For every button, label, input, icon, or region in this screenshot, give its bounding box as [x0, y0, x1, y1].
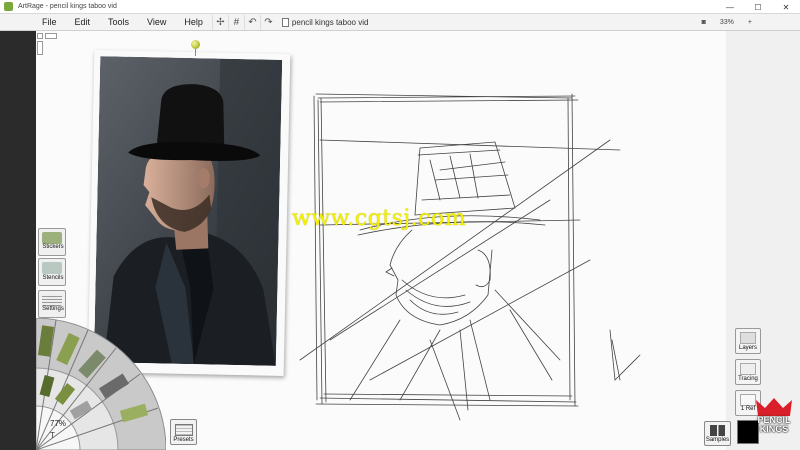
tool-wheel[interactable]: T [36, 318, 166, 450]
maximize-button[interactable]: ☐ [744, 0, 772, 14]
window-controls: — ☐ ✕ [716, 0, 800, 14]
close-button[interactable]: ✕ [772, 0, 800, 14]
settings-panel-button[interactable] [38, 290, 66, 318]
left-toolbar-strip [0, 31, 36, 450]
right-panel-strip [726, 31, 800, 450]
menu-view[interactable]: View [138, 14, 175, 31]
document-name: pencil kings taboo vid [291, 17, 369, 27]
window-title: ArtRage - pencil kings taboo vid [18, 3, 117, 10]
layers-label: Layers [738, 345, 757, 351]
stencils-label: Stencils [42, 275, 64, 281]
panel-toggle-icon[interactable] [45, 33, 57, 39]
camera-icon[interactable]: ◙ [698, 19, 710, 26]
samples-label: Samples [705, 437, 730, 443]
stencils-icon [42, 262, 62, 274]
pencil-kings-logo: PENCIL KINGS [752, 396, 796, 446]
minimize-button[interactable]: — [716, 0, 744, 14]
brand-text: PENCIL KINGS [752, 416, 796, 434]
menu-file[interactable]: File [0, 14, 66, 31]
menu-edit[interactable]: Edit [66, 14, 100, 31]
document-icon [281, 17, 289, 27]
app-icon [4, 2, 13, 11]
pushpin-icon[interactable] [191, 40, 200, 49]
menu-help[interactable]: Help [175, 14, 212, 31]
stickers-label: Stickers [42, 244, 64, 250]
menu-bar: File Edit Tools View Help ✢ # ↶ ↷ pencil… [0, 14, 800, 31]
tracing-label: Tracing [738, 376, 758, 382]
brand-line-2: KINGS [759, 424, 789, 434]
pin-needle [195, 48, 196, 56]
presets-label: Presets [173, 437, 194, 443]
undo-button[interactable]: ↶ [243, 14, 260, 30]
stickers-icon [42, 232, 62, 244]
settings-icon [42, 294, 62, 306]
redo-button[interactable]: ↷ [259, 14, 276, 30]
stencils-panel-button[interactable] [38, 258, 66, 286]
artrage-window: ArtRage - pencil kings taboo vid — ☐ ✕ F… [0, 0, 800, 450]
size-slider[interactable] [37, 41, 43, 55]
view-controls: ◙ 33% + [698, 14, 756, 31]
layers-icon [740, 332, 756, 344]
document-tab[interactable]: pencil kings taboo vid [281, 17, 369, 27]
watermark-text: www.cgtsj.com [292, 206, 467, 231]
collapse-icon[interactable] [37, 33, 43, 39]
presets-icon [175, 424, 193, 436]
zoom-label[interactable]: 33% [716, 19, 738, 26]
grid-button[interactable]: # [227, 14, 244, 30]
pencil-sketch [299, 93, 641, 421]
svg-text:T: T [50, 431, 55, 440]
zoom-in-icon[interactable]: + [744, 19, 756, 26]
transform-tool-button[interactable]: ✢ [211, 14, 228, 30]
tracing-icon [740, 363, 756, 375]
panel-mini-controls [37, 33, 59, 39]
samples-icon [710, 425, 725, 436]
zoom-percentage[interactable]: 77% [50, 419, 66, 428]
stickers-panel-button[interactable] [38, 228, 66, 256]
title-bar: ArtRage - pencil kings taboo vid — ☐ ✕ [0, 0, 800, 14]
settings-label: Settings [42, 306, 64, 312]
menu-tools[interactable]: Tools [99, 14, 138, 31]
